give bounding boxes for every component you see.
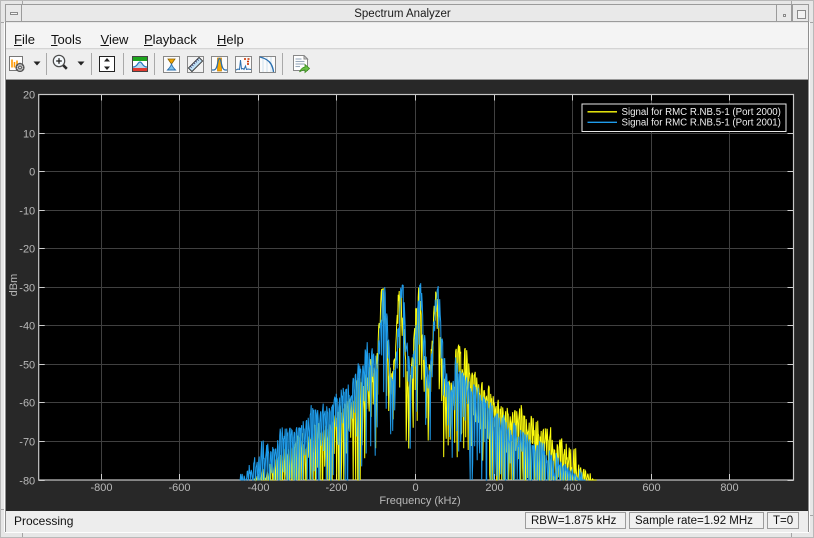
svg-text:-60: -60 [19,397,35,409]
svg-text:dBm: dBm [8,274,20,297]
svg-text:0: 0 [412,482,418,494]
svg-text:-200: -200 [325,482,347,494]
svg-text:200: 200 [485,482,503,494]
svg-text:-50: -50 [19,359,35,371]
svg-text:10: 10 [23,128,35,140]
svg-text:Signal for RMC R.NB.5-1 (Port: Signal for RMC R.NB.5-1 (Port 2001) [622,118,781,129]
svg-text:-70: -70 [19,436,35,448]
svg-text:-40: -40 [19,320,35,332]
svg-text:-600: -600 [168,482,190,494]
svg-text:-30: -30 [19,282,35,294]
svg-text:-80: -80 [19,475,35,487]
svg-text:0: 0 [29,166,35,178]
svg-text:-10: -10 [19,205,35,217]
svg-text:800: 800 [720,482,738,494]
svg-text:20: 20 [23,89,35,101]
svg-text:-800: -800 [90,482,112,494]
svg-text:Frequency (kHz): Frequency (kHz) [379,495,460,507]
svg-text:-20: -20 [19,243,35,255]
svg-text:-400: -400 [247,482,269,494]
svg-text:Signal for RMC R.NB.5-1 (Port: Signal for RMC R.NB.5-1 (Port 2000) [622,107,781,118]
svg-text:400: 400 [563,482,581,494]
svg-text:600: 600 [642,482,660,494]
